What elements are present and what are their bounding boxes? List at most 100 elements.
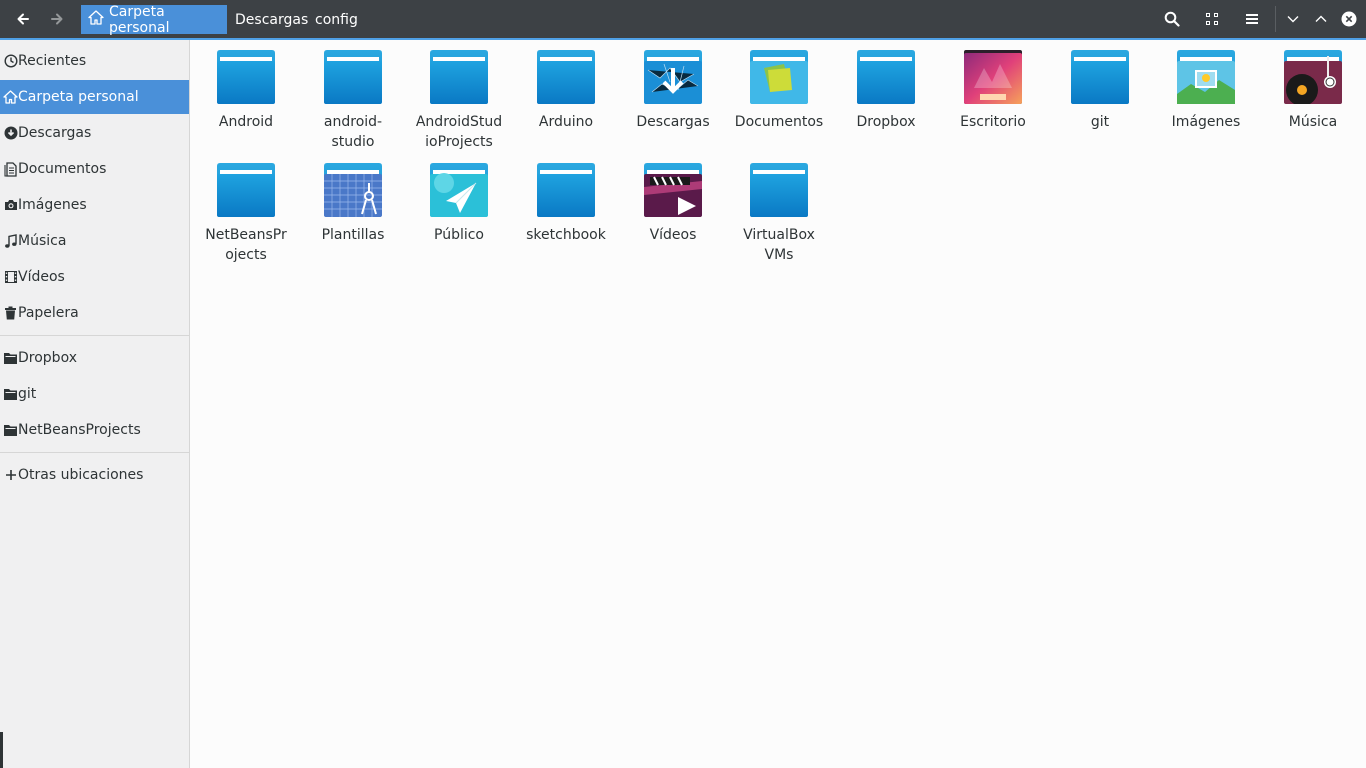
sidebar-item-dropbox[interactable]: Dropbox: [0, 341, 189, 375]
minimize-icon: [1287, 15, 1299, 23]
sidebar-item-documentos[interactable]: Documentos: [0, 152, 189, 186]
file-name: Dropbox: [856, 114, 916, 130]
menu-icon: [1245, 13, 1259, 25]
file-name: Android: [218, 114, 274, 130]
search-icon: [1164, 11, 1180, 27]
menu-button[interactable]: [1238, 0, 1266, 38]
home-icon: [88, 10, 109, 29]
folder-videos-icon: [644, 163, 702, 217]
forward-button[interactable]: [43, 0, 71, 38]
file-item-android[interactable]: Android: [193, 40, 299, 132]
film-icon: [3, 269, 18, 285]
sidebar-item-label: Música: [18, 233, 67, 249]
folder-icon: [537, 163, 595, 217]
file-item-androidstudioprojects[interactable]: AndroidStudioProjects: [406, 40, 512, 152]
folder-icon: [750, 163, 808, 217]
file-name: Música: [1288, 114, 1338, 130]
file-item-plantillas[interactable]: Plantillas: [300, 153, 406, 245]
view-mode-button[interactable]: [1198, 0, 1226, 38]
sidebar-item-label: Papelera: [18, 305, 79, 321]
go-previous-icon: [16, 12, 30, 26]
header-separator: [1275, 6, 1276, 32]
file-name: Plantillas: [321, 227, 385, 243]
file-name: Descargas: [636, 114, 710, 130]
breadcrumb-label: config: [315, 11, 358, 28]
download-icon: [3, 125, 18, 141]
file-item-publico[interactable]: Público: [406, 153, 512, 245]
file-name: Vídeos: [649, 227, 697, 243]
file-item-netbeansprojects[interactable]: NetBeansProjects: [193, 153, 299, 265]
sidebar-item-label: Otras ubicaciones: [18, 467, 144, 483]
file-item-arduino[interactable]: Arduino: [513, 40, 619, 132]
go-next-icon: [50, 12, 64, 26]
trash-icon: [3, 305, 18, 321]
file-item-virtualbox-vms[interactable]: VirtualBox VMs: [726, 153, 832, 265]
folder-icon: [324, 50, 382, 104]
file-item-sketchbook[interactable]: sketchbook: [513, 153, 619, 245]
minimize-button[interactable]: [1281, 0, 1305, 38]
file-item-imagenes[interactable]: Imágenes: [1153, 40, 1259, 132]
sidebar-item-recientes[interactable]: Recientes: [0, 44, 189, 78]
sidebar-item-papelera[interactable]: Papelera: [0, 296, 189, 330]
clock-icon: [3, 53, 18, 69]
document-icon: [3, 161, 18, 177]
music-icon: [3, 233, 18, 249]
folder-icon: [430, 50, 488, 104]
folder-icon: [537, 50, 595, 104]
sidebar-item-label: NetBeansProjects: [18, 422, 141, 438]
folder-documents-icon: [750, 50, 808, 104]
folder-download-icon: [644, 50, 702, 104]
sidebar-item-label: Vídeos: [18, 269, 65, 285]
sidebar-item-carpeta-personal[interactable]: Carpeta personal: [0, 80, 189, 114]
search-button[interactable]: [1158, 0, 1186, 38]
header-bar: Carpeta personal Descargas config: [0, 0, 1366, 40]
back-button[interactable]: [9, 0, 37, 38]
file-name: Arduino: [538, 114, 594, 130]
file-item-dropbox[interactable]: Dropbox: [833, 40, 939, 132]
close-icon: [1341, 11, 1357, 27]
view-grid-icon: [1205, 12, 1219, 26]
folder-music-icon: [1284, 50, 1342, 106]
file-name: AndroidStudioProjects: [415, 114, 503, 150]
sidebar-item-label: git: [18, 386, 37, 402]
file-item-documentos[interactable]: Documentos: [726, 40, 832, 132]
file-item-git[interactable]: git: [1047, 40, 1153, 132]
folder-pictures-icon: [1177, 50, 1235, 104]
file-view: Android android-studio AndroidStudioProj…: [190, 40, 1366, 768]
sidebar-item-videos[interactable]: Vídeos: [0, 260, 189, 294]
sidebar-item-netbeansprojects[interactable]: NetBeansProjects: [0, 413, 189, 447]
resize-grip[interactable]: [0, 732, 3, 768]
breadcrumb-home[interactable]: Carpeta personal: [81, 3, 227, 36]
file-name: VirtualBox VMs: [743, 227, 815, 263]
sidebar-item-musica[interactable]: Música: [0, 224, 189, 258]
breadcrumb-label: Carpeta personal: [109, 3, 170, 36]
file-item-descargas[interactable]: Descargas: [620, 40, 726, 132]
sidebar-item-imagenes[interactable]: Imágenes: [0, 188, 189, 222]
file-name: Imágenes: [1171, 114, 1241, 130]
sidebar-item-label: Documentos: [18, 161, 107, 177]
folder-desktop-icon: [964, 50, 1022, 104]
sidebar-item-label: Recientes: [18, 53, 87, 69]
file-item-musica[interactable]: Música: [1260, 40, 1366, 132]
file-item-videos[interactable]: Vídeos: [620, 153, 726, 245]
file-name: git: [1090, 114, 1110, 130]
breadcrumb-config[interactable]: config: [308, 5, 365, 34]
plus-icon: [3, 467, 18, 483]
breadcrumb-label: Descargas: [235, 11, 309, 28]
file-name: Público: [434, 227, 484, 243]
file-name: Escritorio: [960, 114, 1026, 130]
sidebar-item-git[interactable]: git: [0, 377, 189, 411]
folder-icon: [217, 163, 275, 217]
file-item-escritorio[interactable]: Escritorio: [940, 40, 1046, 132]
file-item-android-studio[interactable]: android-studio: [300, 40, 406, 152]
close-button[interactable]: [1337, 0, 1361, 38]
sidebar-item-otras-ubicaciones[interactable]: Otras ubicaciones: [0, 458, 189, 492]
sidebar-item-descargas[interactable]: Descargas: [0, 116, 189, 150]
folder-templates-icon: [324, 163, 382, 217]
home-icon: [3, 89, 18, 105]
sidebar: Recientes Carpeta personal Descargas Doc…: [0, 40, 190, 768]
camera-icon: [3, 197, 18, 213]
breadcrumb-descargas[interactable]: Descargas: [228, 5, 315, 34]
folder-icon: [857, 50, 915, 104]
maximize-button[interactable]: [1309, 0, 1333, 38]
